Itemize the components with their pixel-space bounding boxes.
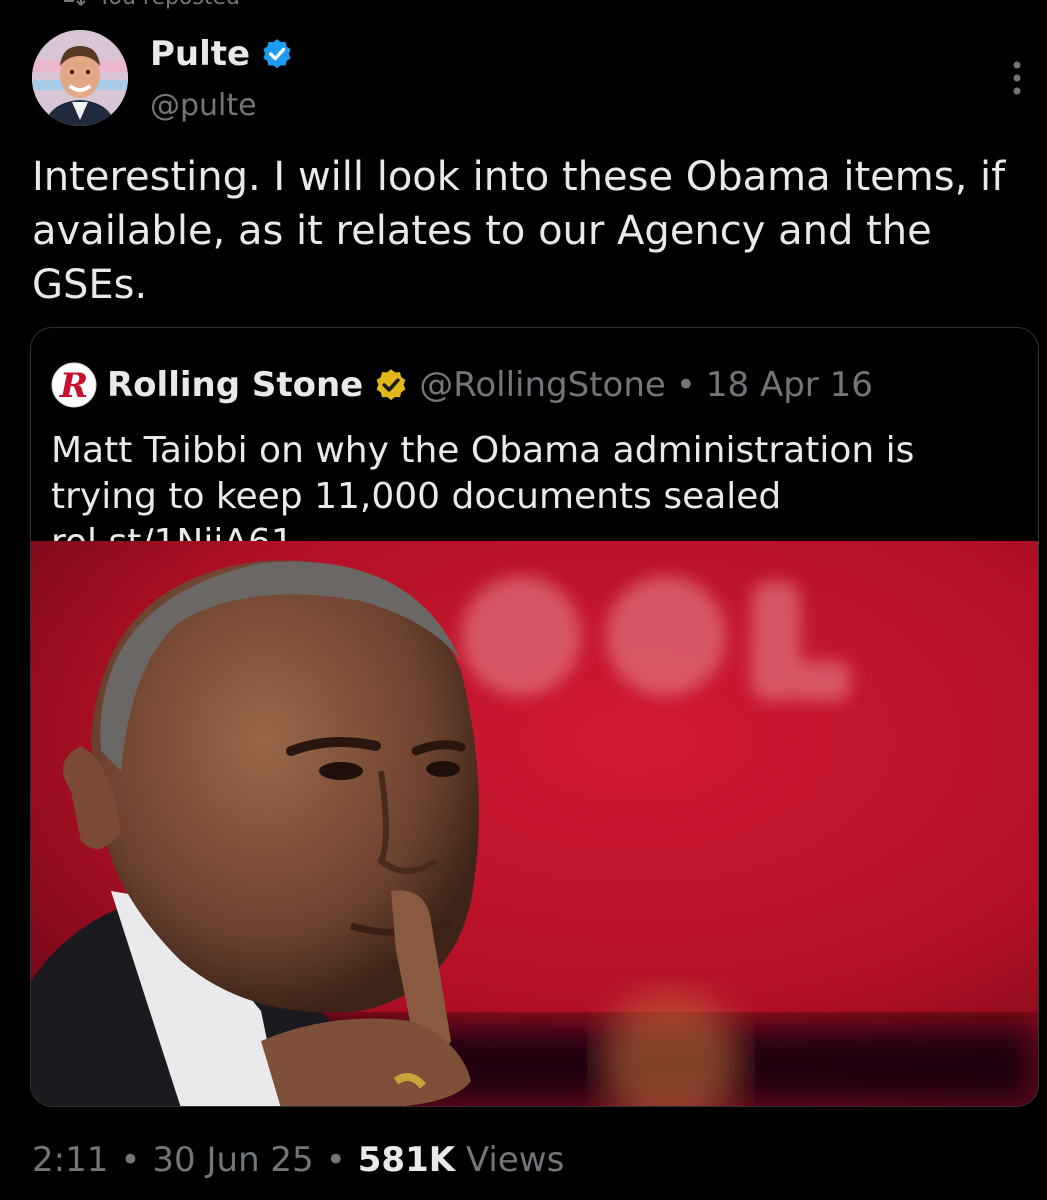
post-date[interactable]: 30 Jun 25: [152, 1140, 313, 1180]
views-label: Views: [465, 1140, 565, 1180]
repost-banner-label: You reposted: [98, 0, 240, 10]
rolling-stone-logo-letter: R: [59, 366, 88, 406]
meta-separator-1: •: [120, 1140, 141, 1180]
repost-icon: [64, 0, 86, 6]
rolling-stone-logo-icon: R: [51, 362, 97, 408]
gold-verified-badge-icon: [376, 369, 406, 401]
post-header: Pulte @pulte: [32, 30, 1022, 130]
quoted-author-name[interactable]: Rolling Stone: [107, 365, 363, 405]
quoted-separator: •: [675, 365, 696, 405]
author-name-row: Pulte: [150, 34, 294, 74]
author-handle[interactable]: @pulte: [150, 88, 257, 123]
quoted-post[interactable]: R Rolling Stone @RollingStone • 18 Apr 1…: [30, 327, 1039, 1107]
repost-banner: You reposted: [60, 0, 240, 10]
quoted-date: 18 Apr 16: [705, 365, 873, 405]
author-name[interactable]: Pulte: [150, 34, 250, 74]
post-meta: 2:11 • 30 Jun 25 • 581K Views: [32, 1140, 564, 1180]
views-count: 581K: [357, 1140, 456, 1180]
views[interactable]: 581K Views: [358, 1140, 565, 1180]
verified-badge-icon: [263, 39, 291, 69]
author-avatar[interactable]: [32, 30, 128, 126]
post-time: 2:11: [32, 1140, 109, 1180]
meta-separator-2: •: [325, 1140, 346, 1180]
quoted-post-header: R Rolling Stone @RollingStone • 18 Apr 1…: [51, 362, 873, 408]
quoted-author-handle[interactable]: @RollingStone: [419, 365, 666, 405]
quoted-post-image[interactable]: [31, 541, 1038, 1106]
more-vertical-icon[interactable]: [1012, 60, 1022, 96]
post-text: Interesting. I will look into these Obam…: [32, 154, 1006, 308]
